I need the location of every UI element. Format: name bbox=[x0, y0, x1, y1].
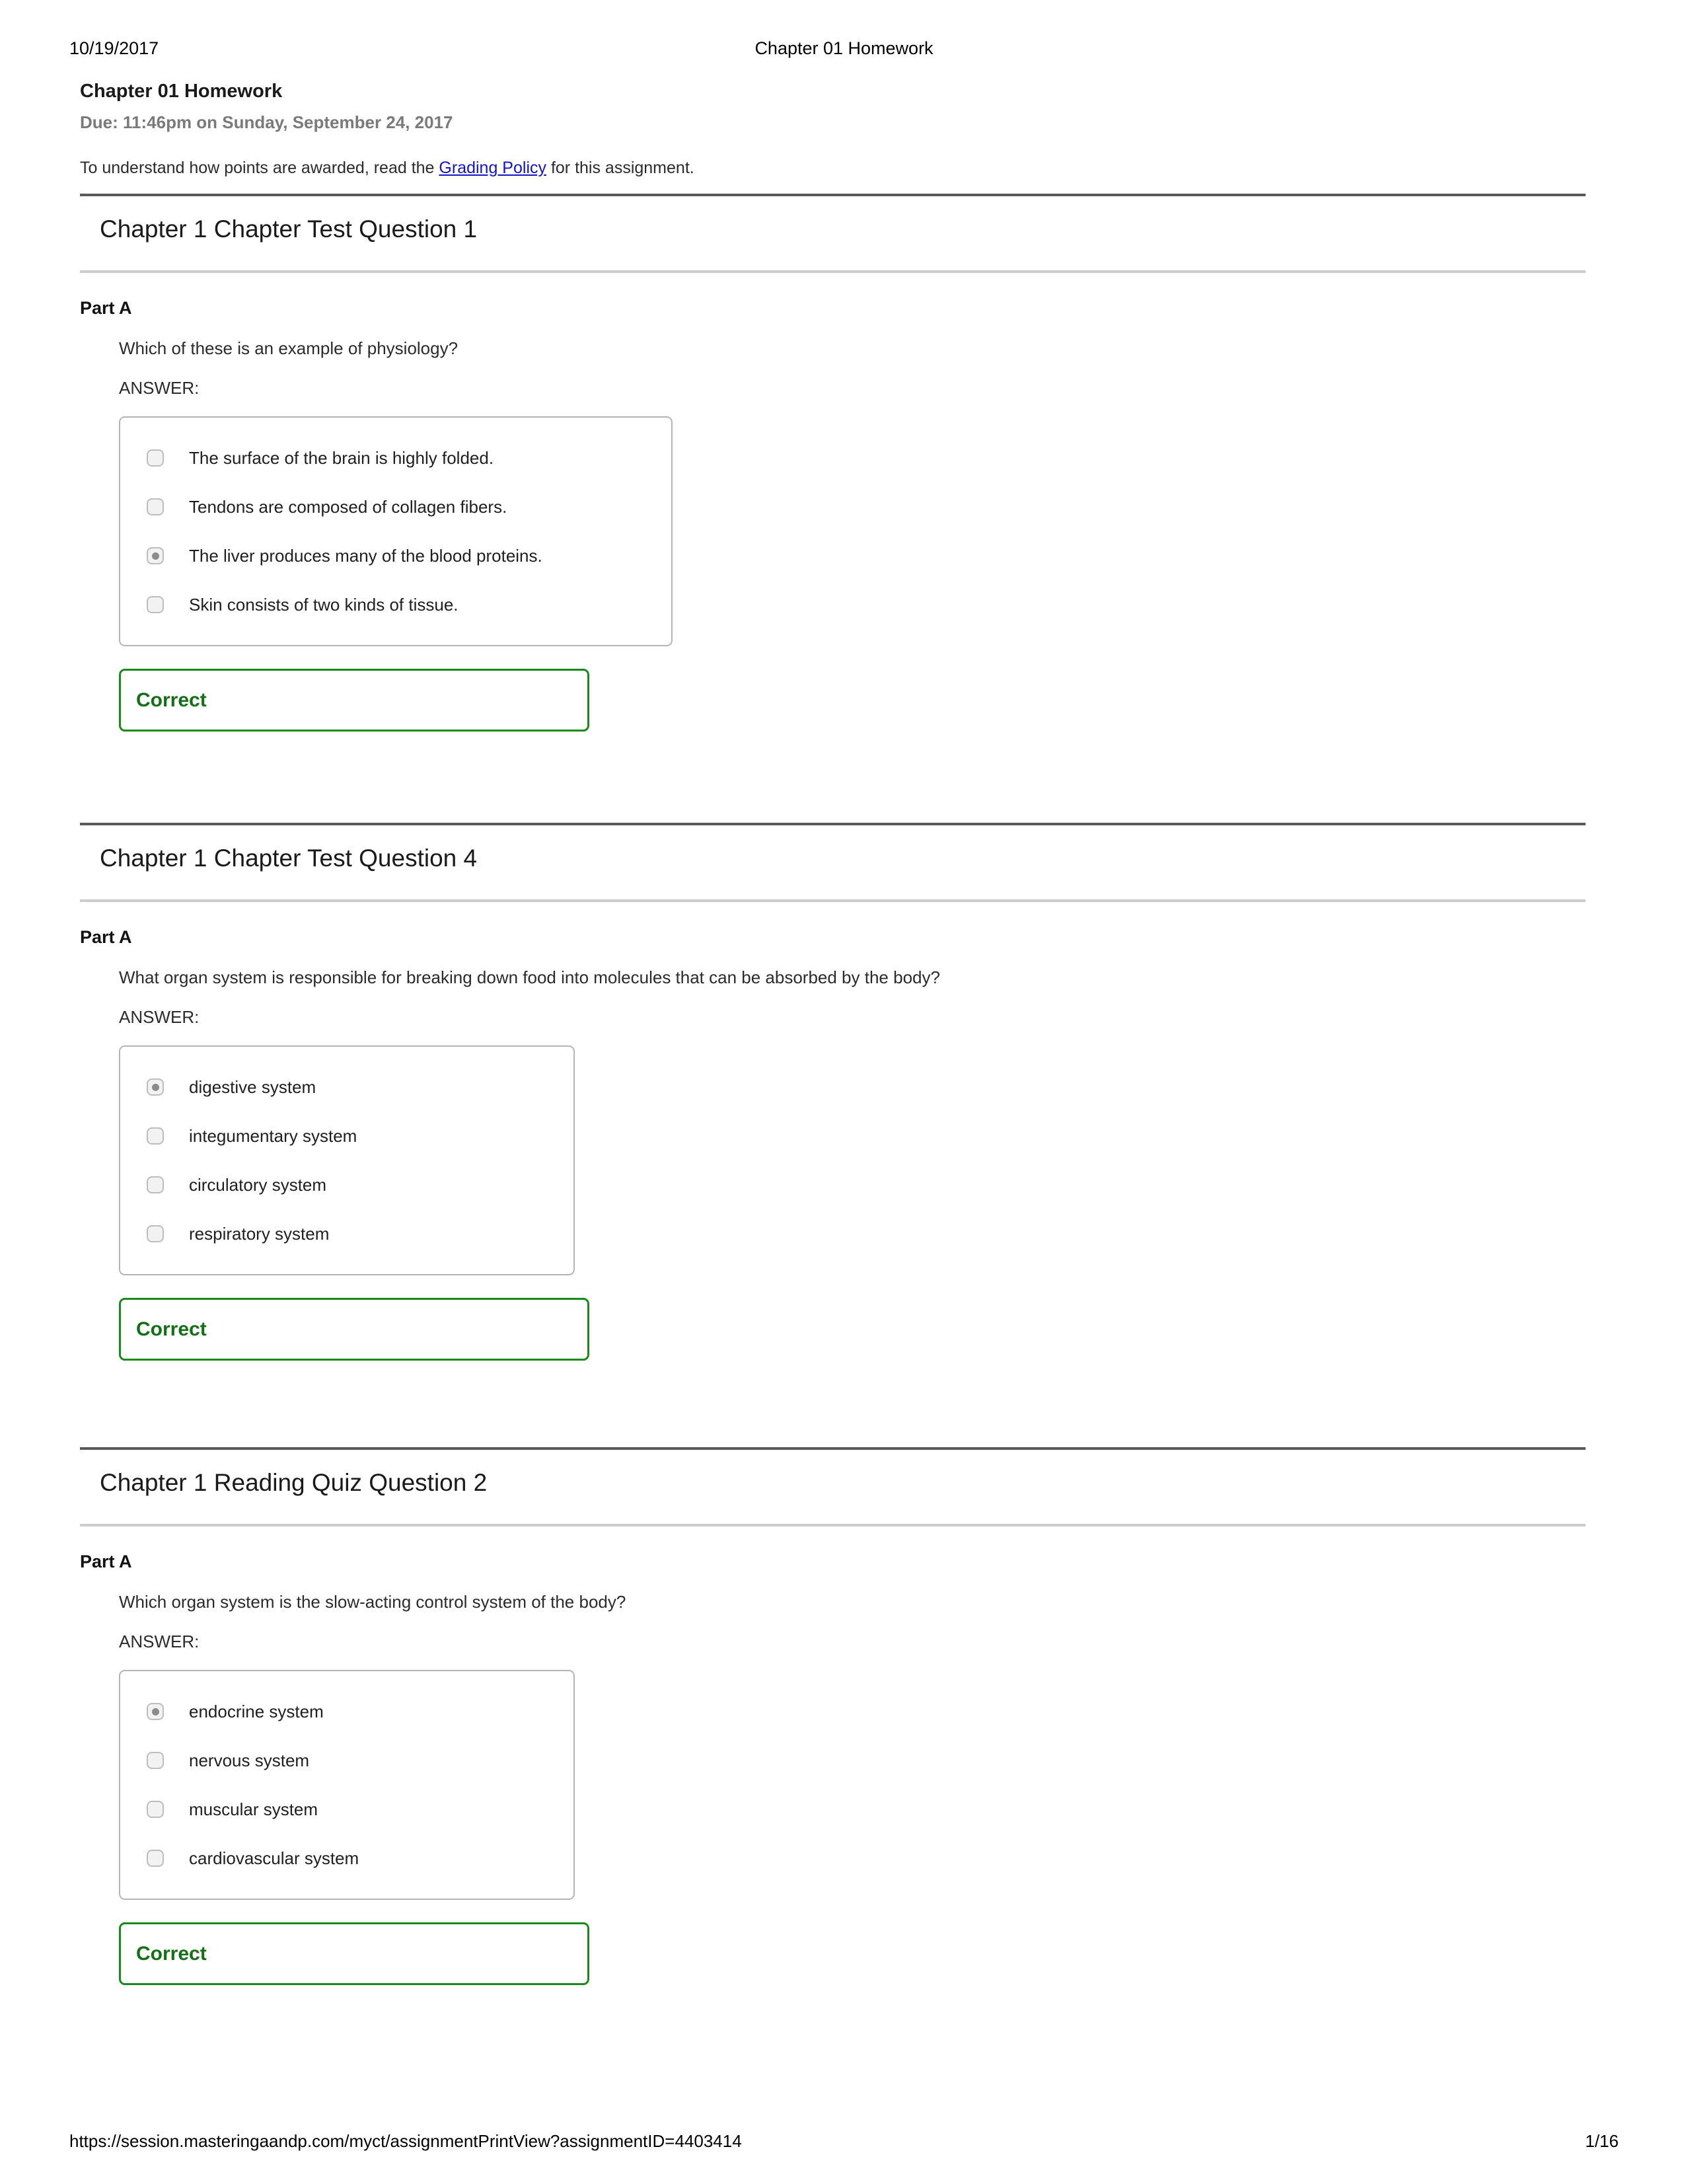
assignment-title: Chapter 01 Homework bbox=[80, 81, 283, 102]
answer-label: ANSWER: bbox=[119, 1007, 200, 1027]
part-label: Part A bbox=[80, 1552, 132, 1571]
answer-options-box: digestive system integumentary system ci… bbox=[119, 1045, 575, 1275]
radio-button-selected-icon[interactable] bbox=[147, 1703, 164, 1720]
grading-policy-suffix: for this assignment. bbox=[546, 159, 694, 177]
radio-button-icon[interactable] bbox=[147, 449, 164, 467]
problem-title: Chapter 1 Reading Quiz Question 2 bbox=[100, 1469, 488, 1496]
result-feedback-box: Correct bbox=[119, 1922, 589, 1985]
question-text: Which of these is an example of physiolo… bbox=[119, 338, 459, 358]
problem-title: Chapter 1 Chapter Test Question 4 bbox=[100, 845, 478, 872]
option-row[interactable]: integumentary system bbox=[120, 1111, 573, 1160]
radio-button-icon[interactable] bbox=[147, 1127, 164, 1145]
option-label: Skin consists of two kinds of tissue. bbox=[189, 595, 459, 615]
radio-button-selected-icon[interactable] bbox=[147, 1078, 164, 1096]
grading-policy-link[interactable]: Grading Policy bbox=[439, 159, 546, 177]
question-text: What organ system is responsible for bre… bbox=[119, 967, 940, 987]
print-document-title: Chapter 01 Homework bbox=[754, 38, 934, 58]
option-label: muscular system bbox=[189, 1799, 318, 1819]
option-label: The liver produces many of the blood pro… bbox=[189, 546, 542, 566]
part-label: Part A bbox=[80, 298, 132, 318]
option-label: digestive system bbox=[189, 1077, 316, 1097]
question-text: Which organ system is the slow-acting co… bbox=[119, 1592, 626, 1612]
option-row[interactable]: cardiovascular system bbox=[120, 1834, 573, 1883]
problem-section: Chapter 1 Reading Quiz Question 2 Part A… bbox=[80, 1447, 1586, 1985]
option-label: circulatory system bbox=[189, 1175, 327, 1195]
radio-button-icon[interactable] bbox=[147, 1225, 164, 1242]
option-label: nervous system bbox=[189, 1751, 310, 1770]
answer-options-box: endocrine system nervous system muscular… bbox=[119, 1670, 575, 1900]
print-footer-url: https://session.masteringaandp.com/myct/… bbox=[69, 2131, 742, 2151]
option-row[interactable]: circulatory system bbox=[120, 1160, 573, 1209]
problem-section: Chapter 1 Chapter Test Question 4 Part A… bbox=[80, 823, 1586, 1361]
grading-policy-prefix: To understand how points are awarded, re… bbox=[80, 159, 439, 177]
status-badge: Correct bbox=[136, 689, 207, 711]
answer-label: ANSWER: bbox=[119, 378, 200, 398]
problem-section: Chapter 1 Chapter Test Question 1 Part A… bbox=[80, 194, 1586, 732]
option-row[interactable]: muscular system bbox=[120, 1785, 573, 1834]
radio-button-icon[interactable] bbox=[147, 498, 164, 515]
assignment-header: Chapter 01 Homework Due: 11:46pm on Sund… bbox=[80, 78, 1599, 135]
problem-title: Chapter 1 Chapter Test Question 1 bbox=[100, 215, 478, 243]
option-label: respiratory system bbox=[189, 1224, 330, 1244]
result-feedback-box: Correct bbox=[119, 1298, 589, 1361]
assignment-due-date: Due: 11:46pm on Sunday, September 24, 20… bbox=[80, 112, 453, 132]
radio-button-icon[interactable] bbox=[147, 1801, 164, 1818]
radio-button-icon[interactable] bbox=[147, 1752, 164, 1769]
option-row[interactable]: The surface of the brain is highly folde… bbox=[120, 433, 671, 482]
print-page: 10/19/2017 Chapter 01 Homework Chapter 0… bbox=[0, 0, 1688, 2184]
radio-button-icon[interactable] bbox=[147, 1176, 164, 1193]
option-row[interactable]: digestive system bbox=[120, 1063, 573, 1111]
print-footer-page-number: 1/16 bbox=[1585, 2131, 1619, 2151]
print-header: 10/19/2017 Chapter 01 Homework bbox=[0, 38, 1688, 67]
print-footer: https://session.masteringaandp.com/myct/… bbox=[0, 2131, 1688, 2158]
option-label: endocrine system bbox=[189, 1702, 324, 1721]
grading-policy-line: To understand how points are awarded, re… bbox=[80, 157, 694, 179]
option-row[interactable]: Skin consists of two kinds of tissue. bbox=[120, 580, 671, 629]
option-row[interactable]: Tendons are composed of collagen fibers. bbox=[120, 482, 671, 531]
result-feedback-box: Correct bbox=[119, 669, 589, 732]
status-badge: Correct bbox=[136, 1318, 207, 1340]
answer-label: ANSWER: bbox=[119, 1632, 200, 1651]
radio-button-selected-icon[interactable] bbox=[147, 547, 164, 564]
option-row[interactable]: respiratory system bbox=[120, 1209, 573, 1258]
radio-button-icon[interactable] bbox=[147, 1850, 164, 1867]
status-badge: Correct bbox=[136, 1942, 207, 1965]
answer-options-box: The surface of the brain is highly folde… bbox=[119, 416, 673, 646]
part-label: Part A bbox=[80, 927, 132, 947]
option-row[interactable]: The liver produces many of the blood pro… bbox=[120, 531, 671, 580]
option-label: Tendons are composed of collagen fibers. bbox=[189, 497, 507, 517]
option-row[interactable]: nervous system bbox=[120, 1736, 573, 1785]
radio-button-icon[interactable] bbox=[147, 596, 164, 613]
option-label: cardiovascular system bbox=[189, 1848, 359, 1868]
option-row[interactable]: endocrine system bbox=[120, 1687, 573, 1736]
option-label: The surface of the brain is highly folde… bbox=[189, 448, 494, 468]
option-label: integumentary system bbox=[189, 1126, 357, 1146]
